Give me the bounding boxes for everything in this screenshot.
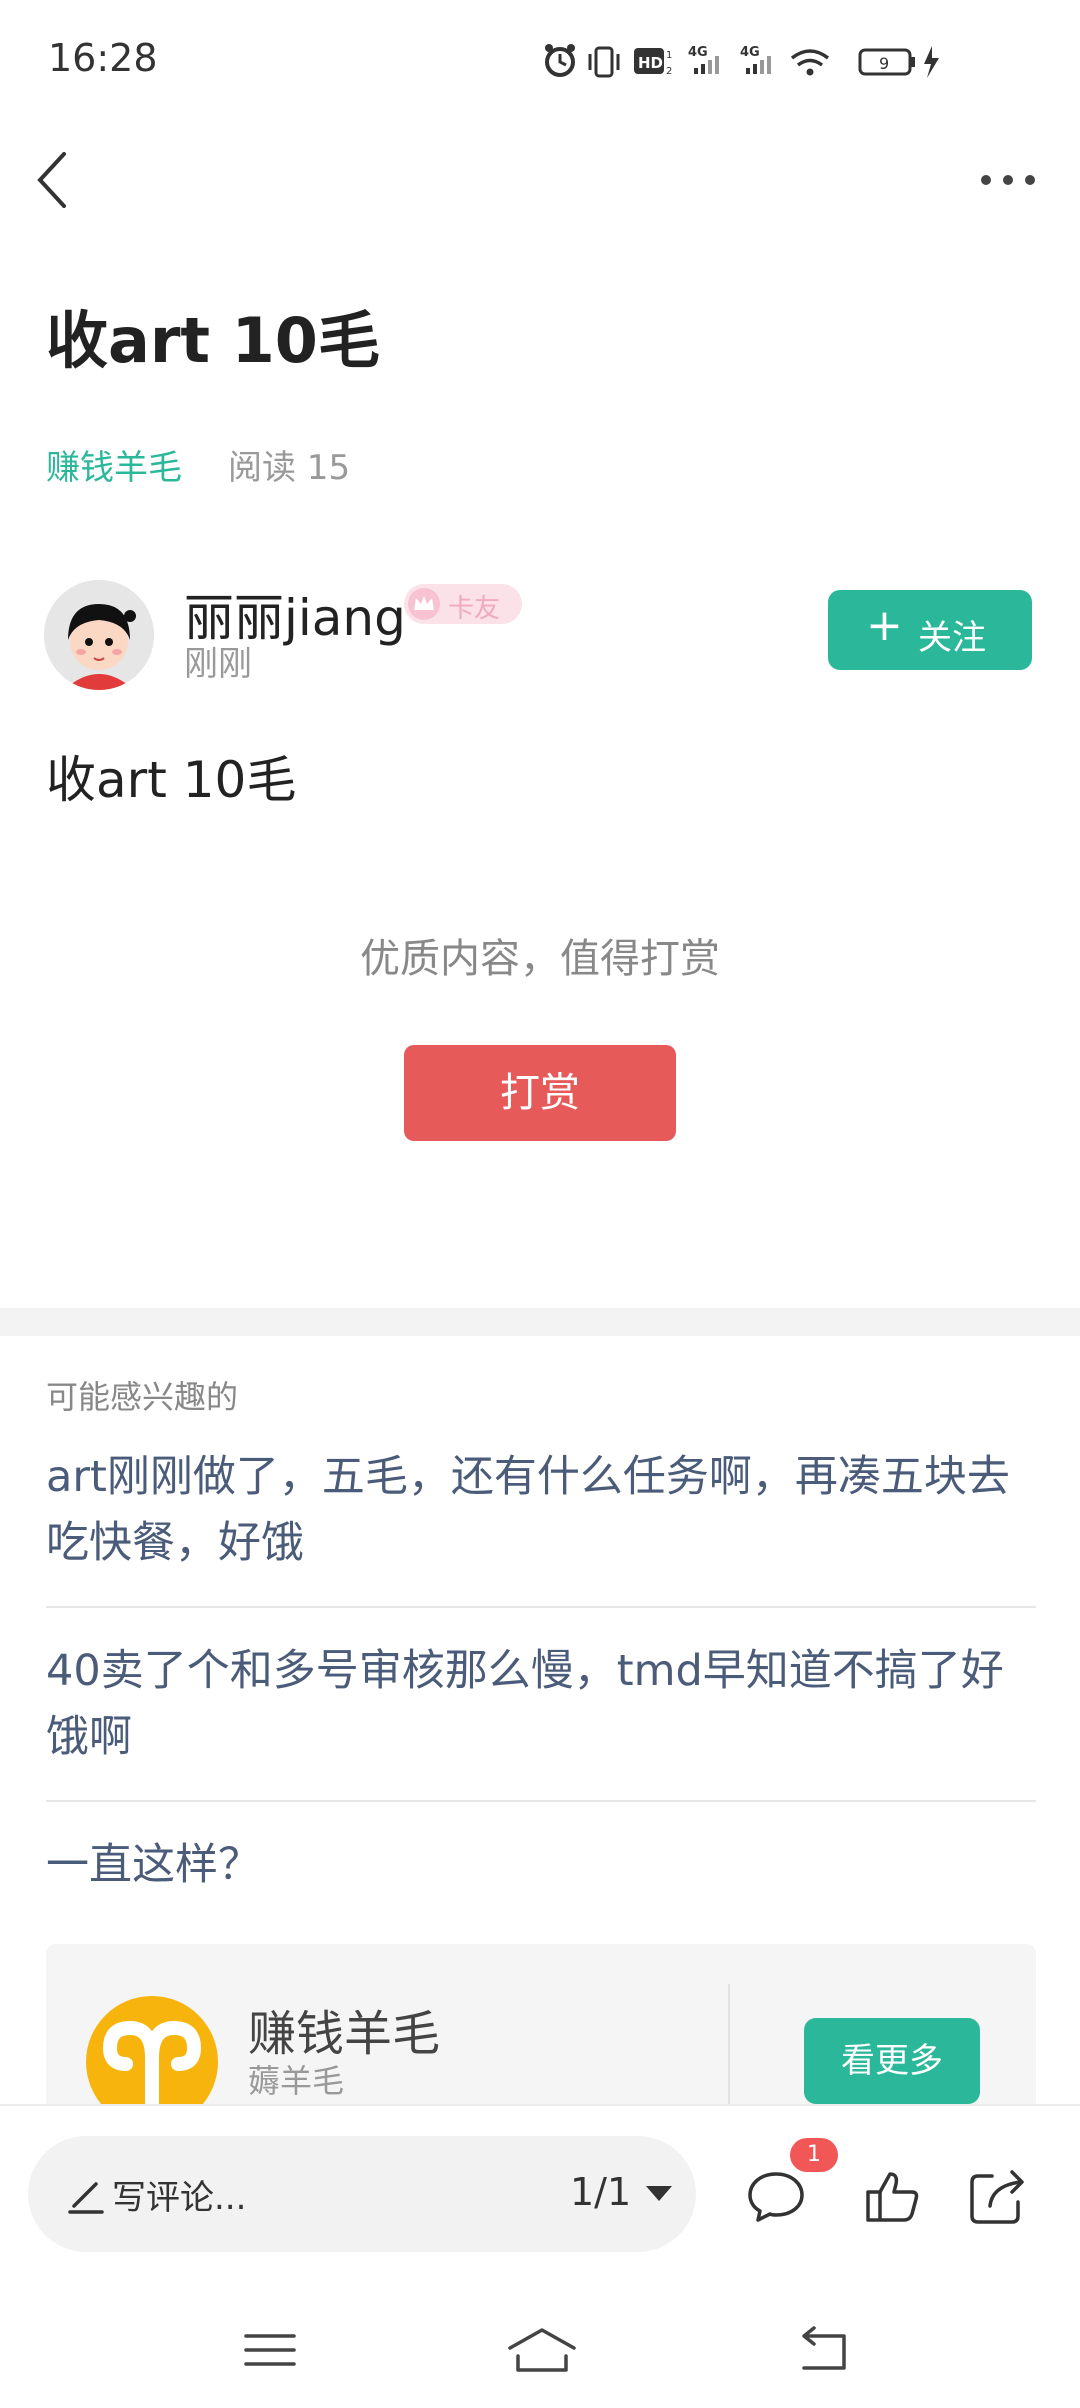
like-icon[interactable] (860, 2164, 924, 2228)
related-post-item[interactable]: 40卖了个和多号审核那么慢，tmd早知道不搞了好饿啊 (46, 1638, 1036, 1770)
signal-icon: 4G 4G (688, 45, 771, 74)
home-icon[interactable] (506, 2324, 578, 2376)
status-icons: HD 1 2 4G 4G 9 (545, 44, 939, 78)
svg-text:2: 2 (666, 66, 672, 77)
vibrate-icon (588, 46, 620, 78)
related-post-item[interactable]: art刚刚做了，五毛，还有什么任务啊，再凑五块去吃快餐，好饿 (46, 1444, 1036, 1576)
comment-count-badge: 1 (790, 2138, 838, 2172)
post-title: 收art 10毛 (46, 304, 380, 377)
post-meta: 赚钱羊毛 阅读 15 (46, 440, 350, 489)
follow-label: 关注 (918, 618, 986, 658)
follow-button[interactable]: + 关注 (828, 590, 1032, 670)
crown-icon (408, 588, 440, 620)
card-separator (728, 1984, 730, 2104)
category-card[interactable]: 赚钱羊毛 薅羊毛 看更多 (46, 1944, 1036, 2128)
reward-hint: 优质内容，值得打赏 (360, 936, 720, 982)
page-indicator[interactable]: 1/1 (570, 2170, 631, 2214)
hd-icon: HD 1 2 (634, 48, 672, 77)
share-icon[interactable] (966, 2164, 1030, 2228)
status-time: 16:28 (48, 36, 158, 80)
pencil-icon (68, 2182, 104, 2214)
related-post-item[interactable]: 一直这样？ (46, 1832, 1036, 1898)
card-subtitle: 薅羊毛 (248, 2062, 345, 2100)
post-detail-page: 16:28 HD 1 2 4G 4G 9 收art 10毛 赚钱羊毛 阅读 15… (0, 0, 1080, 2408)
avatar-image (44, 580, 154, 690)
svg-text:4G: 4G (740, 45, 760, 60)
more-icon[interactable] (970, 150, 1050, 210)
plus-icon: + (866, 600, 903, 651)
svg-text:4G: 4G (688, 45, 708, 60)
comment-icon[interactable] (744, 2164, 808, 2228)
reward-button[interactable]: 打赏 (404, 1045, 676, 1141)
return-icon[interactable] (792, 2324, 856, 2376)
svg-text:HD: HD (638, 54, 663, 72)
avatar[interactable] (44, 580, 154, 690)
bottom-action-bar: 写评论... 1/1 1 (0, 2104, 1080, 2292)
related-section-title: 可能感兴趣的 (46, 1378, 239, 1416)
alarm-icon (545, 44, 575, 77)
caret-down-icon[interactable] (646, 2186, 672, 2201)
menu-icon[interactable] (238, 2324, 302, 2376)
post-read-count: 阅读 15 (228, 448, 351, 488)
svg-text:9: 9 (879, 54, 889, 73)
post-category-link[interactable]: 赚钱羊毛 (46, 448, 182, 488)
author-badge-label: 卡友 (448, 594, 501, 624)
comment-placeholder: 写评论... (112, 2178, 247, 2218)
section-divider (0, 1308, 1080, 1336)
card-title: 赚钱羊毛 (248, 2006, 441, 2062)
charging-icon (924, 46, 939, 78)
battery-icon: 9 (858, 48, 915, 76)
status-bar: 16:28 HD 1 2 4G 4G 9 (0, 0, 1080, 120)
wifi-icon (790, 49, 830, 76)
see-more-button[interactable]: 看更多 (804, 2018, 980, 2104)
post-body: 收art 10毛 (46, 751, 297, 809)
system-nav-bar (0, 2290, 1080, 2408)
comment-input[interactable]: 写评论... 1/1 (28, 2136, 696, 2252)
post-time: 刚刚 (184, 644, 252, 684)
divider (46, 1800, 1036, 1802)
back-icon[interactable] (24, 140, 88, 220)
svg-text:1: 1 (666, 50, 672, 61)
author-badge: 卡友 (404, 584, 522, 624)
divider (46, 1606, 1036, 1608)
